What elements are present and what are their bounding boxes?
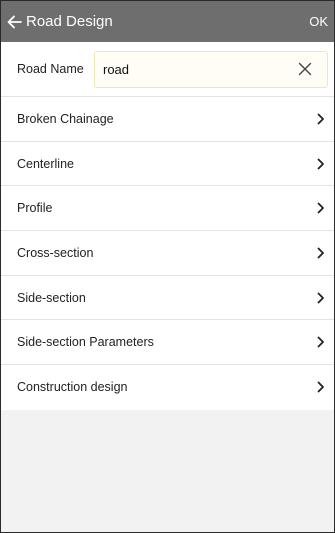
road-name-row: Road Name [1, 42, 334, 97]
menu-item-label: Broken Chainage [17, 111, 114, 126]
menu-item-label: Centerline [17, 156, 74, 171]
page-title: Road Design [26, 13, 113, 30]
menu-item-construction-design[interactable]: Construction design [1, 365, 334, 410]
chevron-right-icon [316, 157, 326, 171]
road-name-field [94, 50, 328, 88]
chevron-right-icon [316, 112, 326, 126]
title-bar: Road Design OK [1, 1, 334, 42]
arrow-left-icon [7, 15, 22, 29]
chevron-right-icon [316, 201, 326, 215]
menu-item-label: Side-section Parameters [17, 335, 154, 350]
road-name-input[interactable] [95, 51, 285, 87]
menu-item-label: Profile [17, 201, 53, 216]
chevron-right-icon [316, 380, 326, 394]
menu-item-cross-section[interactable]: Cross-section [1, 231, 334, 276]
menu-item-centerline[interactable]: Centerline [1, 142, 334, 187]
menu-item-profile[interactable]: Profile [1, 186, 334, 232]
chevron-right-icon [316, 335, 326, 349]
road-name-label: Road Name [17, 62, 84, 76]
menu-item-label: Cross-section [17, 245, 94, 260]
screen-frame: Road Design OK Road Name Broken Chainage… [0, 0, 335, 533]
chevron-right-icon [316, 291, 326, 305]
menu-item-side-section-parameters[interactable]: Side-section Parameters [1, 320, 334, 366]
back-button[interactable] [1, 1, 26, 42]
ok-button[interactable]: OK [309, 1, 328, 42]
close-icon[interactable] [297, 61, 313, 77]
menu-item-side-section[interactable]: Side-section [1, 276, 334, 321]
menu-item-broken-chainage[interactable]: Broken Chainage [1, 97, 334, 142]
settings-list: Road Name Broken Chainage Centerline [1, 42, 334, 410]
chevron-right-icon [316, 246, 326, 260]
menu-item-label: Side-section [17, 290, 86, 305]
menu-item-label: Construction design [17, 380, 128, 395]
